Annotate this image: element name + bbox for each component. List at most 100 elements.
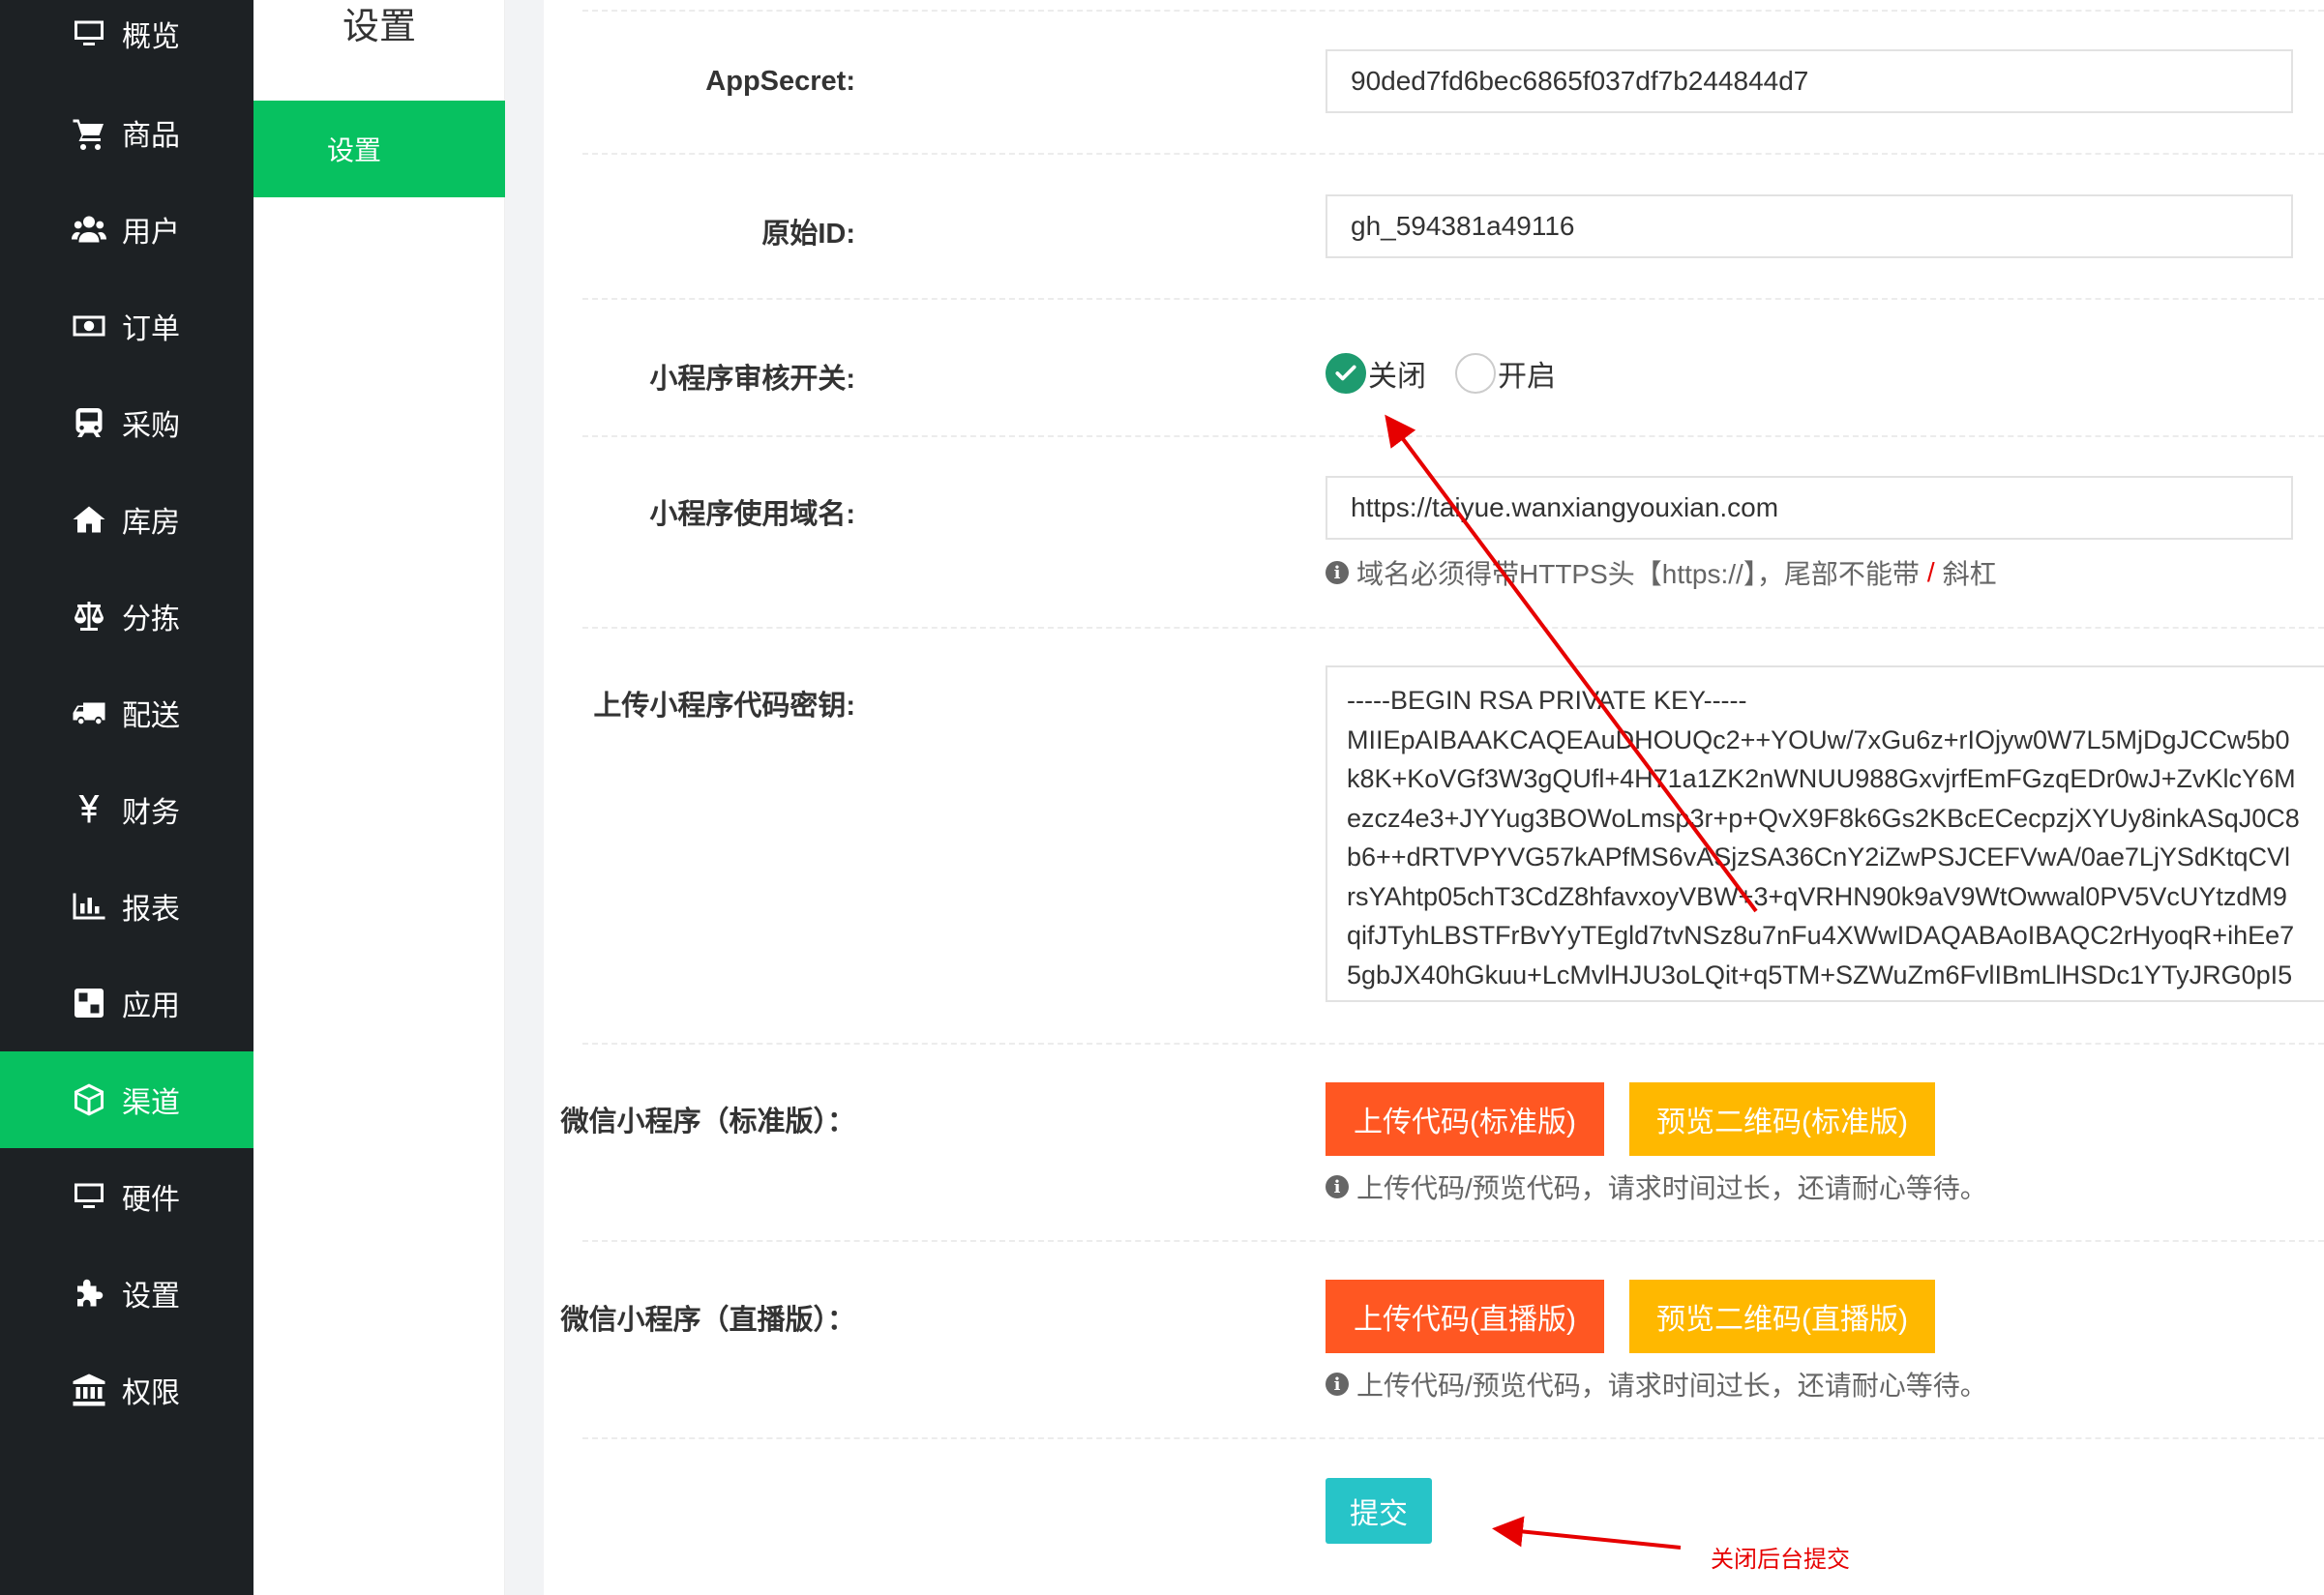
train-icon [70,403,108,442]
scale-icon [70,597,108,635]
key-label: 上传小程序代码密钥: [593,691,855,722]
appsecret-input[interactable]: 90ded7fd6bec6865f037df7b244844d7 [1326,49,2293,113]
preview-live-button[interactable]: 预览二维码(直播版) [1629,1280,1935,1353]
sidebar-item-label: 采购 [122,410,180,442]
annotation-text: 关闭后台提交 [1711,1547,1850,1573]
review-switch-group: 关闭 开启 [1326,352,1585,395]
users-icon [70,210,108,249]
review-off-radio[interactable] [1326,353,1366,394]
divider [582,1240,2324,1242]
live-label: 微信小程序（直播版）： [560,1305,855,1336]
info-icon: i [1326,1373,1349,1396]
private-key-textarea[interactable]: -----BEGIN RSA PRIVATE KEY----- MIIEpAIB… [1326,665,2324,1002]
review-off-label[interactable]: 关闭 [1368,352,1426,395]
standard-label: 微信小程序（标准版）： [560,1107,855,1137]
sidebar-item-label: 权限 [122,1377,180,1409]
live-hint-text: 上传代码/预览代码，请求时间过长，还请耐心等待。 [1356,1371,1987,1401]
monitor-icon [70,1177,108,1216]
truck-icon [70,694,108,732]
sidebar-item-label: 订单 [122,313,180,345]
sidebar-item-warehouse[interactable]: 库房 [0,471,253,568]
sidebar-item-label: 配送 [122,700,180,732]
sidebar-item-label: 设置 [122,1281,180,1313]
preview-standard-button[interactable]: 预览二维码(标准版) [1629,1082,1935,1156]
sub-sidebar-title: 设置 [342,7,416,47]
domain-hint: i 域名必须得带HTTPS头【https://】，尾部不能带 / 斜杠 [1326,553,1997,592]
sidebar-item-channels[interactable]: 渠道 [0,1051,253,1148]
divider [582,298,2324,300]
domain-label: 小程序使用域名: [649,499,855,530]
home-icon [70,500,108,539]
domain-hint-text-end: 斜杠 [1942,559,1997,589]
bar-chart-icon [70,887,108,926]
sidebar-item-label: 分拣 [122,604,180,635]
sidebar-item-apps[interactable]: 应用 [0,955,253,1051]
sidebar-item-settings[interactable]: 设置 [0,1245,253,1342]
sidebar-item-label: 商品 [122,120,180,152]
sidebar-item-overview[interactable]: 概览 [0,0,253,82]
sidebar-item-label: 报表 [122,894,180,926]
sidebar-item-finance[interactable]: 财务 [0,761,253,858]
main-sidebar: 概览 商品 用户 订单 采购 库房 分拣 配送 财务 报表 应用 渠道 硬件 设… [0,0,253,1595]
key-line: MIIEpAIBAAKCAQEAuDHOUQc2++YOUw/7xGu6z+rI… [1347,724,2290,754]
key-line: k8K+KoVGf3W3gQUfl+4H71a1ZK2nWNUU988Gxvjr… [1347,764,2296,793]
divider [582,1043,2324,1045]
standard-hint: i 上传代码/预览代码，请求时间过长，还请耐心等待。 [1326,1167,1987,1206]
info-icon: i [1326,561,1349,584]
sidebar-item-hardware[interactable]: 硬件 [0,1148,253,1245]
domain-hint-text: 域名必须得带HTTPS头【https://】，尾部不能带 [1356,559,1920,589]
sub-sidebar: 设置 设置 [253,0,505,1595]
sidebar-item-delivery[interactable]: 配送 [0,665,253,761]
sidebar-item-permissions[interactable]: 权限 [0,1342,253,1438]
cube-icon [70,1080,108,1119]
key-line: 5gbJX40hGkuu+LcMvlHJU3oLQit+q5TM+SZWuZm6… [1347,960,2293,989]
sidebar-item-users[interactable]: 用户 [0,181,253,278]
cart-icon [70,113,108,152]
sidebar-item-label: 渠道 [122,1087,180,1119]
content-gutter [505,0,544,1595]
submit-button[interactable]: 提交 [1326,1478,1432,1544]
yen-icon [70,790,108,829]
review-on-label[interactable]: 开启 [1498,352,1556,395]
review-switch-label: 小程序审核开关: [649,364,855,395]
divider [582,10,2324,12]
bank-icon [70,1371,108,1409]
key-line: -----BEGIN RSA PRIVATE KEY----- [1347,686,1747,715]
divider [582,435,2324,437]
info-icon: i [1326,1175,1349,1198]
key-line: qifJTyhLBSTFrBvYyTEgld7tvNSz8u7nFu4XWwID… [1347,921,2295,950]
live-hint: i 上传代码/预览代码，请求时间过长，还请耐心等待。 [1326,1365,1987,1403]
original-id-input[interactable]: gh_594381a49116 [1326,194,2293,258]
money-icon [70,307,108,345]
sidebar-item-label: 应用 [122,990,180,1022]
key-line: ezcz4e3+JYYug3BOWoLmsp3r+p+QvX9F8k6Gs2KB… [1347,803,2300,833]
sidebar-item-orders[interactable]: 订单 [0,278,253,374]
domain-input[interactable]: https://taiyue.wanxiangyouxian.com [1326,476,2293,540]
sidebar-item-goods[interactable]: 商品 [0,84,253,181]
puzzle-icon [70,1274,108,1313]
appsecret-label: AppSecret: [705,66,855,97]
sidebar-item-purchase[interactable]: 采购 [0,374,253,471]
review-on-radio[interactable] [1455,353,1496,394]
settings-form: AppSecret: 90ded7fd6bec6865f037df7b24484… [544,0,2324,1595]
upload-standard-button[interactable]: 上传代码(标准版) [1326,1082,1604,1156]
sidebar-item-reports[interactable]: 报表 [0,858,253,955]
original-id-label: 原始ID: [761,219,855,250]
standard-hint-text: 上传代码/预览代码，请求时间过长，还请耐心等待。 [1356,1173,1987,1203]
sidebar-item-label: 硬件 [122,1184,180,1216]
sidebar-item-label: 财务 [122,797,180,829]
sub-sidebar-item-settings[interactable]: 设置 [253,101,505,197]
sidebar-item-label: 概览 [122,21,180,53]
divider [582,1437,2324,1439]
divider [582,627,2324,629]
divider [582,153,2324,155]
upload-live-button[interactable]: 上传代码(直播版) [1326,1280,1604,1353]
domain-hint-slash: / [1926,557,1935,587]
sidebar-item-sorting[interactable]: 分拣 [0,568,253,665]
monitor-icon [70,15,108,53]
key-line: b6++dRTVPYVG57kAPfMS6vASjzSA36CnY2iZwPSJ… [1347,842,2290,871]
apps-icon [70,984,108,1022]
key-line: rsYAhtp05chT3CdZ8hfavxoyVBW+3+qVRHN90k9a… [1347,881,2287,911]
sidebar-item-label: 库房 [122,507,180,539]
sidebar-item-label: 用户 [122,217,180,249]
